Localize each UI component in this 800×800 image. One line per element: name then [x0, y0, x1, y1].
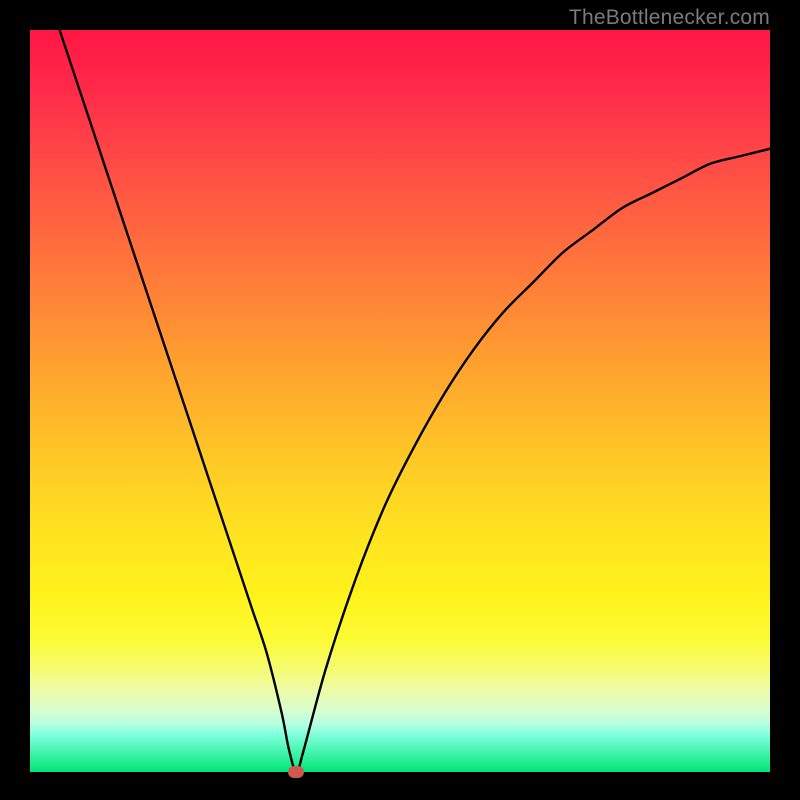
chart-frame: TheBottlenecker.com	[0, 0, 800, 800]
credit-label: TheBottlenecker.com	[569, 6, 770, 30]
optimal-point-marker	[288, 766, 304, 778]
chart-gradient-background	[30, 30, 770, 772]
